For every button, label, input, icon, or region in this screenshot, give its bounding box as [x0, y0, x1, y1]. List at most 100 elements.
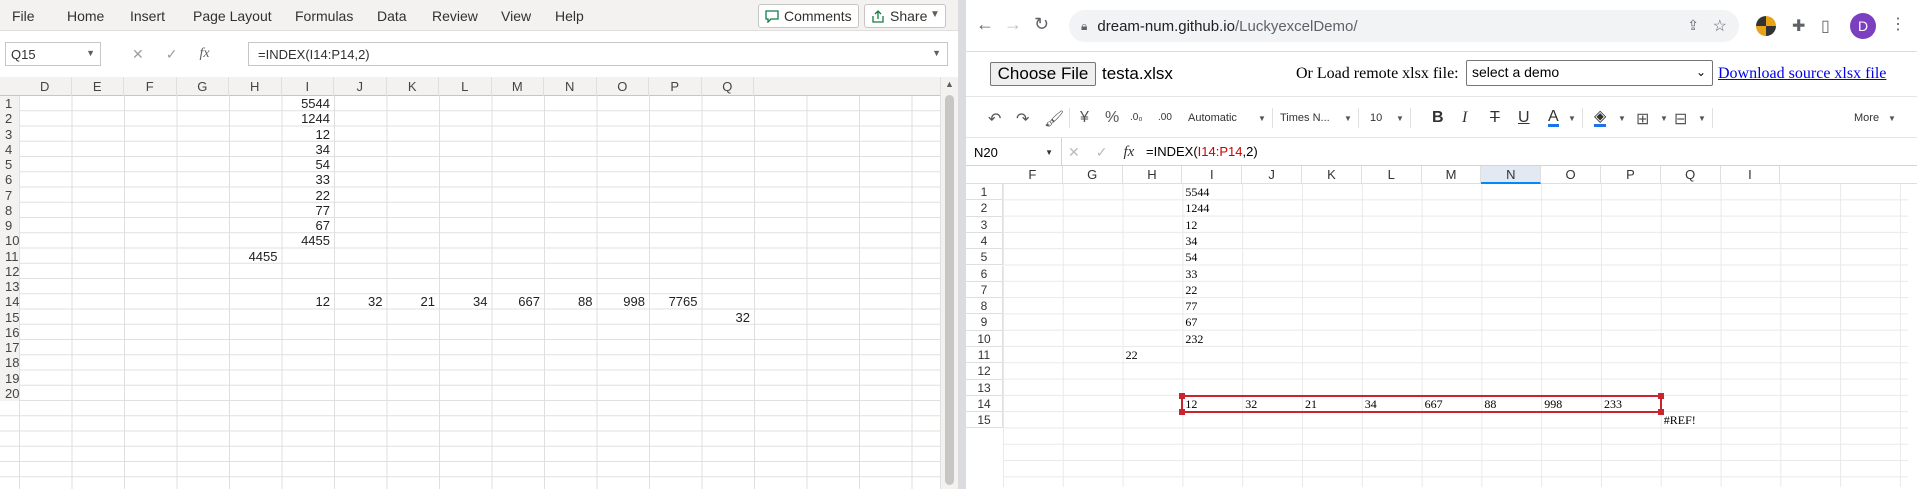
row-header[interactable]: 12 — [966, 363, 1003, 380]
demo-select[interactable]: select a demo ⌄ — [1466, 60, 1713, 86]
back-icon[interactable]: ← — [976, 14, 994, 35]
column-header[interactable]: J — [334, 77, 387, 96]
function-icon[interactable]: fx — [1123, 144, 1134, 161]
row-header[interactable]: 2 — [0, 111, 19, 127]
cancel-icon[interactable]: ✕ — [132, 46, 144, 63]
column-header[interactable]: P — [649, 77, 702, 96]
column-header[interactable]: K — [1302, 166, 1362, 184]
cell-i4[interactable]: 34 — [1182, 233, 1242, 249]
chevron-down-icon[interactable]: ▼ — [1258, 114, 1266, 123]
format-painter-icon[interactable]: 🖌︎ — [1044, 109, 1064, 129]
download-source-link[interactable]: Download source xlsx file — [1718, 65, 1886, 83]
decimal-increase-icon[interactable]: .0₀ — [1130, 112, 1143, 123]
cell-i6[interactable]: 33 — [282, 172, 335, 187]
selection-handle[interactable] — [1179, 409, 1186, 416]
extension-icon[interactable] — [1756, 16, 1776, 36]
column-header[interactable]: L — [439, 77, 492, 96]
address-bar[interactable]: 🔒︎ dream-num.github.io/LuckyexcelDemo/ ⇪… — [1069, 10, 1739, 42]
side-panel-icon[interactable]: ▯ — [1821, 16, 1830, 36]
cell-i10[interactable]: 232 — [1182, 331, 1242, 347]
name-box[interactable]: N20 ▼ — [966, 138, 1062, 166]
column-header[interactable]: I — [282, 77, 334, 96]
row-header[interactable]: 4 — [0, 141, 19, 157]
row-header[interactable]: 11 — [966, 347, 1003, 364]
choose-file-button[interactable]: Choose File — [990, 62, 1096, 86]
column-header[interactable]: O — [597, 77, 649, 96]
column-header[interactable]: M — [492, 77, 544, 96]
menu-insert[interactable]: Insert — [130, 8, 165, 24]
formula-input[interactable]: =INDEX(I14:P14,2) — [1146, 144, 1258, 159]
row-header[interactable]: 5 — [0, 157, 19, 173]
cell-h11[interactable]: 22 — [1123, 347, 1183, 363]
column-header[interactable]: G — [1063, 166, 1123, 184]
menu-page-layout[interactable]: Page Layout — [193, 8, 272, 24]
cell-h11[interactable]: 4455 — [229, 249, 282, 264]
column-header[interactable]: Q — [1661, 166, 1721, 184]
column-header[interactable]: G — [177, 77, 229, 96]
cell-k14[interactable]: 21 — [387, 294, 440, 309]
cell-i5[interactable]: 54 — [282, 157, 335, 172]
formula-input[interactable]: =INDEX(I14:P14,2) ▼ — [248, 42, 948, 66]
chevron-down-icon[interactable]: ▼ — [1344, 114, 1352, 123]
chevron-down-icon[interactable]: ▼ — [1045, 148, 1053, 157]
row-header[interactable]: 6 — [0, 172, 19, 188]
selection-handle[interactable] — [1657, 392, 1664, 399]
column-header[interactable]: F — [1003, 166, 1063, 184]
row-header[interactable]: 15 — [966, 412, 1003, 429]
column-header[interactable]: M — [1422, 166, 1482, 184]
cell-i7[interactable]: 22 — [282, 188, 335, 203]
cell-q15[interactable]: 32 — [702, 310, 755, 325]
row-header[interactable]: 8 — [966, 298, 1003, 315]
number-format-select[interactable]: Automatic — [1188, 112, 1237, 124]
cell-i9[interactable]: 67 — [282, 218, 335, 233]
chevron-down-icon[interactable]: ▼ — [1618, 114, 1626, 123]
column-header[interactable]: H — [229, 77, 282, 96]
row-header[interactable]: 10 — [0, 233, 19, 249]
forward-icon[interactable]: → — [1004, 14, 1022, 35]
share-page-icon[interactable]: ⇪ — [1687, 17, 1699, 34]
menu-formulas[interactable]: Formulas — [295, 8, 353, 24]
underline-button[interactable]: U — [1518, 109, 1530, 127]
row-header[interactable]: 16 — [0, 324, 19, 340]
scroll-up-icon[interactable]: ▲ — [945, 79, 954, 89]
row-header[interactable]: 10 — [966, 330, 1003, 347]
column-header[interactable]: I — [1182, 166, 1243, 184]
font-family-select[interactable]: Times N... — [1280, 112, 1330, 124]
row-header[interactable]: 9 — [966, 314, 1003, 331]
row-header[interactable]: 8 — [0, 202, 19, 218]
fill-color-icon[interactable]: ◈ — [1594, 109, 1607, 127]
row-header[interactable]: 15 — [0, 309, 19, 325]
row-header[interactable]: 6 — [966, 265, 1003, 282]
menu-review[interactable]: Review — [432, 8, 478, 24]
row-header[interactable]: 20 — [0, 385, 19, 401]
range-selection[interactable] — [1179, 392, 1664, 416]
chevron-down-icon[interactable]: ▼ — [930, 9, 940, 20]
chevron-down-icon[interactable]: ▼ — [932, 48, 941, 58]
menu-file[interactable]: File — [12, 8, 35, 24]
cancel-icon[interactable]: ✕ — [1068, 144, 1080, 161]
column-header[interactable]: K — [387, 77, 439, 96]
cell-o14[interactable]: 998 — [597, 294, 650, 309]
row-header[interactable]: 11 — [0, 248, 19, 264]
row-header[interactable]: 14 — [0, 294, 19, 310]
name-box[interactable]: Q15 ▼ — [5, 42, 101, 66]
scrollbar-thumb[interactable] — [945, 95, 954, 485]
column-header[interactable]: N — [1481, 166, 1542, 184]
column-header[interactable]: Q — [702, 77, 754, 96]
window-divider[interactable] — [958, 0, 966, 489]
row-header[interactable]: 3 — [0, 126, 19, 142]
font-size-select[interactable]: 10 — [1370, 112, 1382, 124]
cell-l14[interactable]: 34 — [439, 294, 492, 309]
cell-area[interactable]: 5544 1244 12 34 54 33 22 77 67 4455 4455 12 32 21 34 66… — [0, 96, 940, 489]
cell-j14[interactable]: 32 — [334, 294, 387, 309]
row-header[interactable]: 7 — [966, 281, 1003, 299]
chevron-down-icon[interactable]: ▼ — [1888, 114, 1896, 123]
row-header[interactable]: 1 — [966, 184, 1003, 201]
cell-i2[interactable]: 1244 — [1182, 200, 1242, 216]
selection-handle[interactable] — [1179, 392, 1186, 399]
row-header[interactable]: 13 — [0, 279, 19, 295]
merge-cells-icon[interactable]: ⊟ — [1674, 109, 1687, 129]
cell-i14[interactable]: 12 — [282, 294, 335, 309]
profile-avatar[interactable]: D — [1850, 13, 1876, 39]
row-header[interactable]: 12 — [0, 263, 19, 279]
